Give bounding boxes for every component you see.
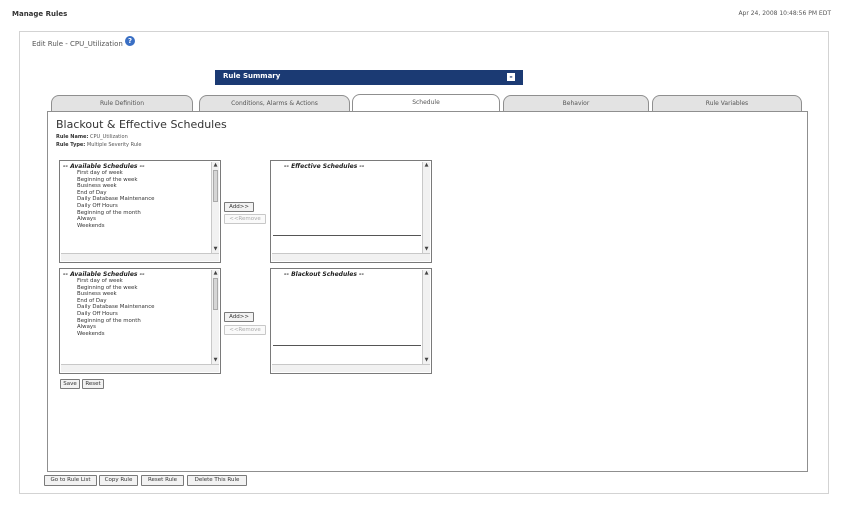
available-schedules-list-effective[interactable]: -- Available Schedules -- First day of w… (59, 160, 221, 263)
remove-blackout-button[interactable]: <<Remove (224, 325, 266, 335)
list-item[interactable]: Weekends (63, 331, 155, 338)
rule-type-row: Rule Type: Multiple Severity Rule (56, 142, 141, 148)
reset-rule-button[interactable]: Reset Rule (141, 475, 184, 486)
list-item[interactable]: Daily Off Hours (63, 203, 155, 210)
list-content: -- Available Schedules -- First day of w… (63, 163, 155, 229)
scroll-down-icon[interactable]: ▼ (212, 357, 219, 364)
vertical-scrollbar[interactable]: ▲ ▼ (211, 162, 219, 253)
blackout-schedules-list[interactable]: -- Blackout Schedules -- ▲ ▼ (270, 268, 432, 374)
top-bar: Manage Rules Apr 24, 2008 10:48:56 PM ED… (0, 0, 847, 30)
list-item[interactable]: Daily Database Maintenance (63, 304, 155, 311)
list-item[interactable]: Weekends (63, 223, 155, 230)
list-item[interactable]: Beginning of the week (63, 285, 155, 292)
tab-conditions-alarms-actions[interactable]: Conditions, Alarms & Actions (199, 95, 350, 111)
scroll-down-icon[interactable]: ▼ (423, 246, 430, 253)
remove-effective-button[interactable]: <<Remove (224, 214, 266, 224)
scroll-thumb[interactable] (213, 278, 218, 310)
list-item[interactable]: End of Day (63, 298, 155, 305)
collapse-icon[interactable]: - (507, 73, 515, 81)
horizontal-scrollbar[interactable] (61, 364, 219, 372)
reset-button[interactable]: Reset (82, 379, 104, 389)
list-item[interactable]: End of Day (63, 190, 155, 197)
list-item[interactable]: Business week (63, 183, 155, 190)
list-divider (273, 279, 421, 346)
tab-rule-variables[interactable]: Rule Variables (652, 95, 802, 111)
horizontal-scrollbar[interactable] (61, 253, 219, 261)
scroll-up-icon[interactable]: ▲ (423, 162, 430, 169)
tab-schedule[interactable]: Schedule (352, 94, 500, 112)
rule-type-label: Rule Type: (56, 142, 86, 148)
list-content: -- Effective Schedules -- (274, 163, 364, 170)
available-schedules-list-blackout[interactable]: -- Available Schedules -- First day of w… (59, 268, 221, 374)
tab-behavior[interactable]: Behavior (503, 95, 649, 111)
list-content: -- Blackout Schedules -- (274, 271, 364, 278)
timestamp: Apr 24, 2008 10:48:56 PM EDT (738, 10, 831, 17)
effective-schedules-list[interactable]: -- Effective Schedules -- ▲ ▼ (270, 160, 432, 263)
scroll-up-icon[interactable]: ▲ (212, 162, 219, 169)
available-schedules-header[interactable]: -- Available Schedules -- (63, 163, 155, 170)
vertical-scrollbar[interactable]: ▲ ▼ (211, 270, 219, 364)
rule-summary-bar[interactable]: Rule Summary - (215, 70, 523, 85)
copy-rule-button[interactable]: Copy Rule (99, 475, 138, 486)
horizontal-scrollbar[interactable] (272, 253, 430, 261)
list-content: -- Available Schedules -- First day of w… (63, 271, 155, 337)
go-to-rule-list-button[interactable]: Go to Rule List (44, 475, 97, 486)
delete-rule-button[interactable]: Delete This Rule (187, 475, 247, 486)
section-heading: Blackout & Effective Schedules (56, 118, 227, 131)
vertical-scrollbar[interactable]: ▲ ▼ (422, 270, 430, 364)
edit-rule-label: Edit Rule - CPU_Utilization (32, 40, 123, 48)
vertical-scrollbar[interactable]: ▲ ▼ (422, 162, 430, 253)
effective-schedules-header[interactable]: -- Effective Schedules -- (274, 163, 364, 170)
list-item[interactable]: Business week (63, 291, 155, 298)
list-item[interactable]: Beginning of the week (63, 177, 155, 184)
rule-type-value: Multiple Severity Rule (86, 142, 142, 148)
scroll-down-icon[interactable]: ▼ (212, 246, 219, 253)
add-blackout-button[interactable]: Add>> (224, 312, 254, 322)
list-item[interactable]: Daily Database Maintenance (63, 196, 155, 203)
horizontal-scrollbar[interactable] (272, 364, 430, 372)
scroll-up-icon[interactable]: ▲ (423, 270, 430, 277)
tab-rule-definition[interactable]: Rule Definition (51, 95, 193, 111)
list-divider (273, 171, 421, 236)
list-item[interactable]: Beginning of the month (63, 210, 155, 217)
list-item[interactable]: First day of week (63, 170, 155, 177)
rule-name-value: CPU_Utilization (90, 134, 128, 140)
list-item[interactable]: First day of week (63, 278, 155, 285)
list-item[interactable]: Always (63, 324, 155, 331)
rule-name-row: Rule Name: CPU_Utilization (56, 134, 128, 140)
scroll-down-icon[interactable]: ▼ (423, 357, 430, 364)
page-title: Manage Rules (12, 10, 68, 18)
add-effective-button[interactable]: Add>> (224, 202, 254, 212)
list-item[interactable]: Daily Off Hours (63, 311, 155, 318)
scroll-thumb[interactable] (213, 170, 218, 202)
available-schedules-header[interactable]: -- Available Schedules -- (63, 271, 155, 278)
list-item[interactable]: Always (63, 216, 155, 223)
blackout-schedules-header[interactable]: -- Blackout Schedules -- (274, 271, 364, 278)
rule-summary-title: Rule Summary (223, 72, 281, 80)
help-icon[interactable]: ? (125, 36, 135, 46)
list-item[interactable]: Beginning of the month (63, 318, 155, 325)
rule-name-label: Rule Name: (56, 134, 89, 140)
scroll-up-icon[interactable]: ▲ (212, 270, 219, 277)
save-button[interactable]: Save (60, 379, 80, 389)
